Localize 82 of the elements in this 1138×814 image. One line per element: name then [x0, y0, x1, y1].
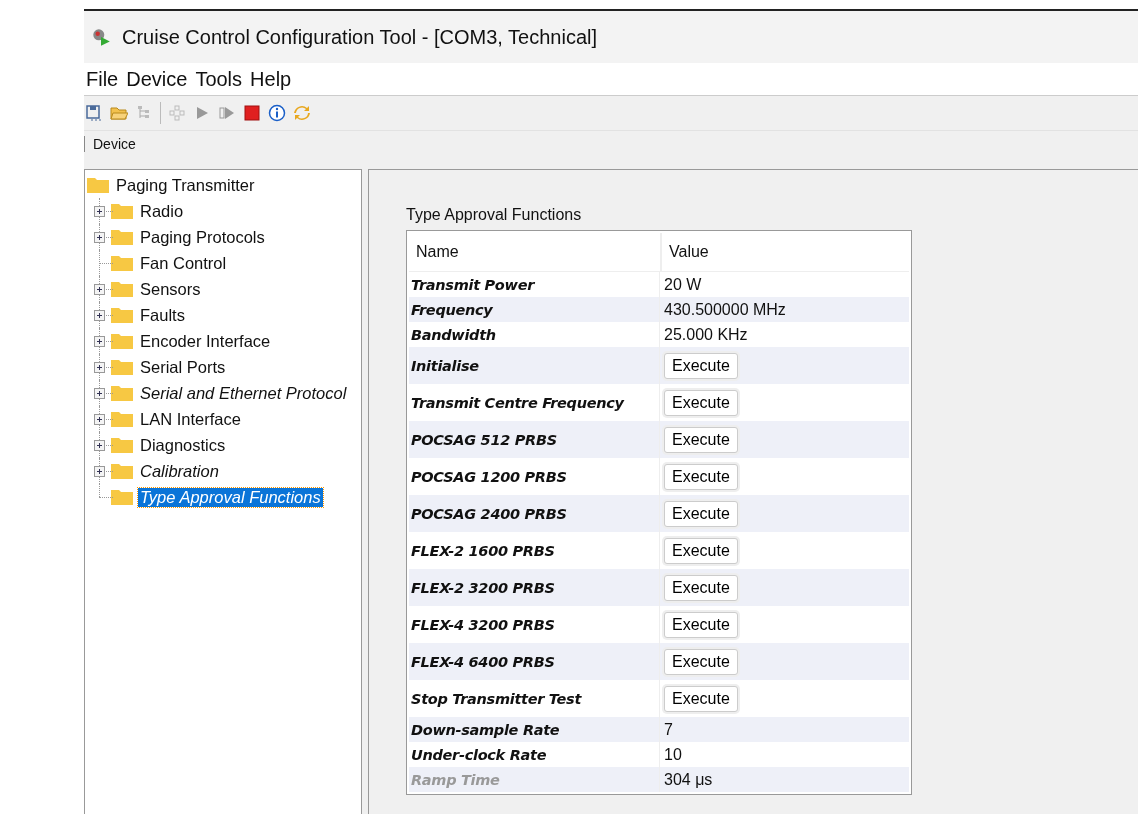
column-header: Value — [668, 242, 709, 262]
property-name: Ramp Time — [410, 771, 501, 788]
tree-item[interactable]: Paging Transmitter — [114, 175, 257, 195]
property-value: 7 — [664, 720, 673, 739]
folder-icon — [87, 177, 109, 193]
tree-item[interactable]: Serial and Ethernet Protocol — [138, 383, 349, 403]
property-name: Down-sample Rate — [410, 721, 561, 738]
folder-icon — [111, 437, 133, 453]
execute-button[interactable]: Execute — [664, 463, 738, 490]
expand-icon[interactable] — [94, 336, 105, 347]
expand-icon[interactable] — [94, 388, 105, 399]
folder-icon — [111, 411, 133, 427]
info-icon[interactable] — [268, 104, 286, 122]
folder-icon — [111, 359, 133, 375]
execute-button[interactable]: Execute — [664, 537, 738, 564]
column-header: Name — [409, 233, 662, 271]
property-name: FLEX-2 3200 PRBS — [410, 579, 556, 596]
expand-icon[interactable] — [94, 206, 105, 217]
tree-item[interactable]: Serial Ports — [138, 357, 228, 377]
execute-button[interactable]: Execute — [664, 426, 738, 453]
folder-icon — [111, 307, 133, 323]
property-value: 10 — [664, 745, 682, 764]
property-name: POCSAG 1200 PRBS — [410, 468, 568, 485]
expand-icon[interactable] — [94, 362, 105, 373]
tree-item[interactable]: LAN Interface — [138, 409, 243, 429]
folder-icon — [111, 333, 133, 349]
tree-item[interactable]: Faults — [138, 305, 187, 325]
property-name: Bandwidth — [410, 326, 497, 343]
folder-icon — [111, 385, 133, 401]
property-name: Stop Transmitter Test — [410, 690, 583, 707]
execute-button[interactable]: Execute — [664, 574, 738, 601]
property-value: 304 μs — [664, 770, 713, 789]
folder-icon — [111, 463, 133, 479]
menu-item[interactable]: Tools — [195, 67, 243, 91]
folder-icon — [111, 489, 133, 505]
panel-title: Type Approval Functions — [406, 206, 583, 224]
breadcrumb[interactable]: Device — [84, 136, 136, 152]
expand-icon[interactable] — [94, 232, 105, 243]
folder-icon — [111, 255, 133, 271]
property-value: 20 W — [664, 275, 702, 294]
property-name: POCSAG 512 PRBS — [410, 431, 558, 448]
tree-item[interactable]: Calibration — [138, 461, 221, 481]
tree-item[interactable]: Radio — [138, 201, 186, 221]
expand-icon[interactable] — [94, 284, 105, 295]
tree-item[interactable]: Paging Protocols — [138, 227, 267, 247]
execute-button[interactable]: Execute — [664, 389, 738, 416]
menu-item[interactable]: Help — [250, 67, 292, 91]
property-name: FLEX-2 1600 PRBS — [410, 542, 556, 559]
property-name: FLEX-4 3200 PRBS — [410, 616, 556, 633]
tree-item[interactable]: Sensors — [138, 279, 203, 299]
property-name: Initialise — [410, 357, 480, 374]
stop-icon[interactable] — [243, 104, 261, 122]
execute-button[interactable]: Execute — [664, 352, 738, 379]
nodes-icon[interactable] — [168, 104, 186, 122]
window-title: Cruise Control Configuration Tool - [COM3, Technical] — [122, 25, 598, 49]
folder-icon — [111, 281, 133, 297]
tree-item[interactable]: Diagnostics — [138, 435, 228, 455]
property-name: Transmit Centre Frequency — [410, 394, 626, 411]
execute-button[interactable]: Execute — [664, 685, 738, 712]
folder-icon — [111, 203, 133, 219]
property-name: Frequency — [410, 301, 494, 318]
execute-button[interactable]: Execute — [664, 500, 738, 527]
execute-button[interactable]: Execute — [664, 611, 738, 638]
property-name: FLEX-4 6400 PRBS — [410, 653, 556, 670]
execute-button[interactable]: Execute — [664, 648, 738, 675]
folder-icon — [111, 229, 133, 245]
menu-item[interactable]: File — [86, 67, 119, 91]
tree-item[interactable]: Type Approval Functions — [138, 487, 323, 507]
property-value: 25.000 KHz — [664, 325, 748, 344]
expand-icon[interactable] — [94, 414, 105, 425]
property-name: Transmit Power — [410, 276, 536, 293]
app-icon — [90, 26, 112, 48]
save-icon[interactable] — [85, 104, 103, 122]
property-name: Under-clock Rate — [410, 746, 548, 763]
tree-item[interactable]: Encoder Interface — [138, 331, 273, 351]
expand-icon[interactable] — [94, 440, 105, 451]
property-value: 430.500000 MHz — [664, 300, 786, 319]
expand-icon[interactable] — [94, 466, 105, 477]
menu-item[interactable]: Device — [126, 67, 188, 91]
expand-icon[interactable] — [94, 310, 105, 321]
property-name: POCSAG 2400 PRBS — [410, 505, 568, 522]
tree-item[interactable]: Fan Control — [138, 253, 229, 273]
